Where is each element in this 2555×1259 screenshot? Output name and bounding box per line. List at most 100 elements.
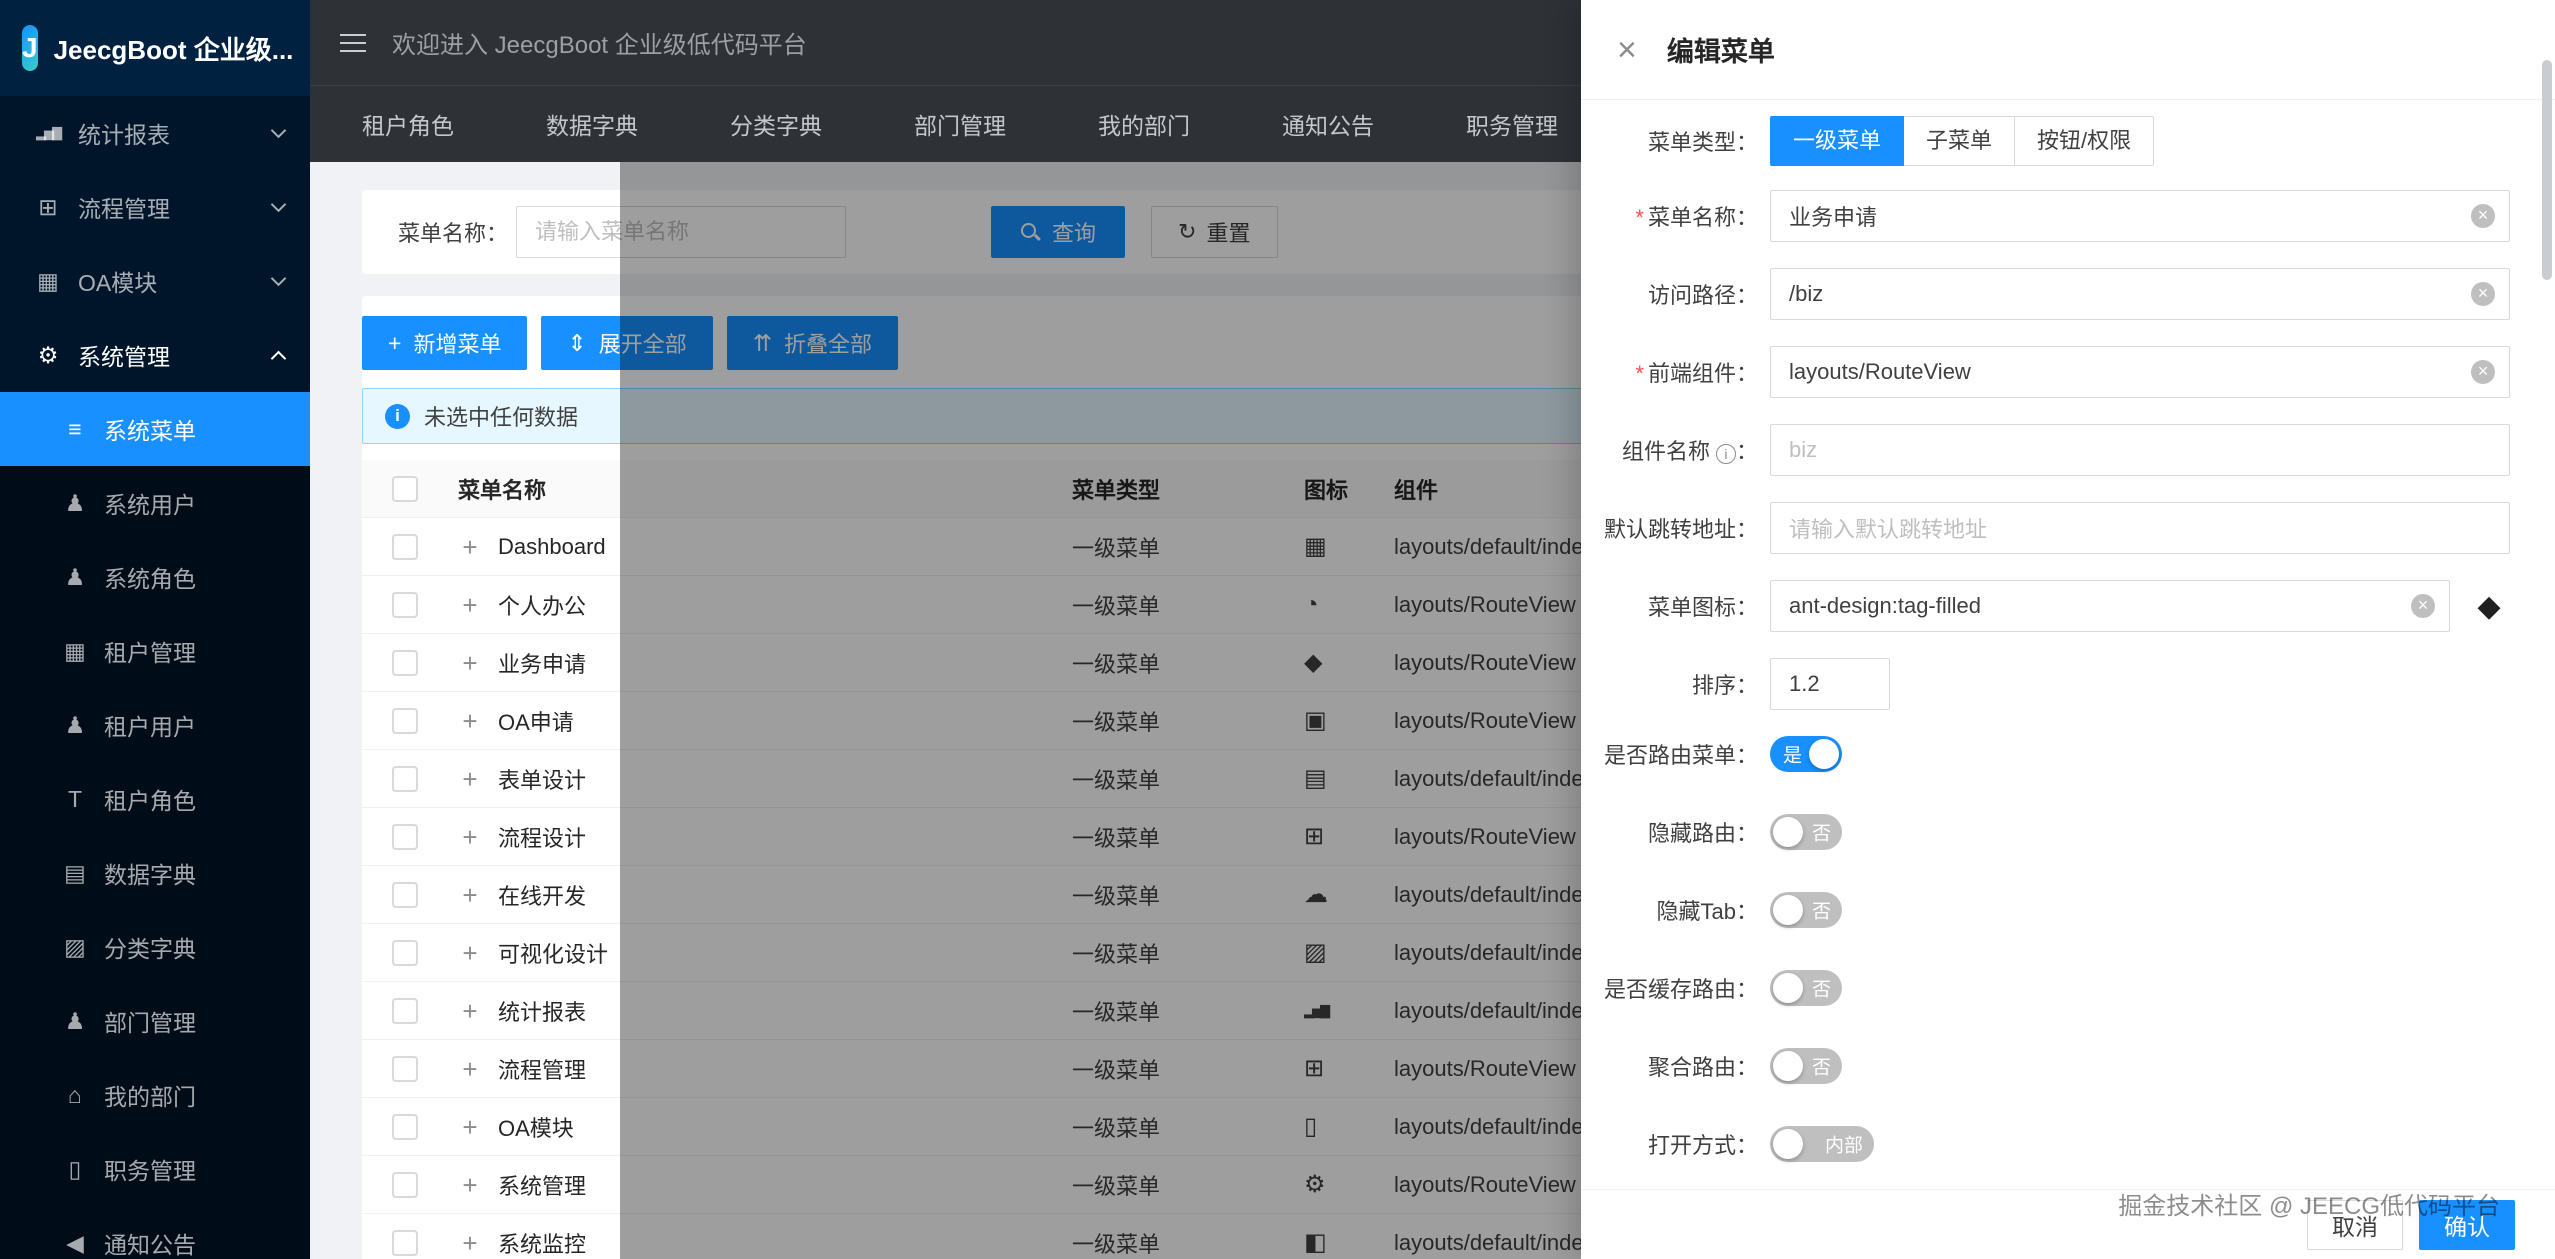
sidebar-item[interactable]: ⊞ 流程管理 [0,170,310,244]
expand-row-icon[interactable]: + [458,940,482,966]
app-window: J JeecgBoot 企业级... ▂▅▇ 统计报表 ⊞ 流程管理 ▦ OA模… [0,0,2555,1259]
expand-row-icon[interactable]: + [458,766,482,792]
text-input[interactable]: ant-design:tag-filled [1770,580,2450,632]
form-field: 排序 1.2 [1593,658,2510,710]
page-tab[interactable]: 数据字典 [546,107,638,141]
toggle-switch[interactable]: 否 [1770,970,1842,1006]
sidebar-subitem[interactable]: ♟ 系统用户 [0,466,310,540]
page-tab[interactable]: 通知公告 [1282,107,1374,141]
chevron-down-icon [271,270,287,286]
app-logo[interactable]: J JeecgBoot 企业级... [0,0,310,96]
field-label: 隐藏Tab [1593,894,1758,926]
sidebar-subitem[interactable]: ≡ 系统菜单 [0,392,310,466]
clear-icon[interactable] [2471,204,2495,228]
expand-row-icon[interactable]: + [458,998,482,1024]
select-all-checkbox[interactable] [392,476,418,502]
sidebar-subitem-label: 系统菜单 [104,412,310,446]
sidebar-subitem[interactable]: ⌂ 我的部门 [0,1058,310,1132]
toggle-switch[interactable]: 否 [1770,1048,1842,1084]
switch-knob [1773,973,1803,1003]
sidebar-subitem[interactable]: ♟ 部门管理 [0,984,310,1058]
close-icon[interactable]: × [1617,33,1637,67]
menu-name-cell: 流程设计 [498,821,586,853]
expand-row-icon[interactable]: + [458,708,482,734]
menu-type-option[interactable]: 按钮/权限 [2014,116,2154,166]
sidebar-subitem[interactable]: ▤ 数据字典 [0,836,310,910]
toggle-switch[interactable]: 否 [1770,814,1842,850]
page-tab[interactable]: 职务管理 [1466,107,1558,141]
switch-knob [1773,1129,1803,1159]
row-checkbox[interactable] [392,824,418,850]
expand-row-icon[interactable]: + [458,882,482,908]
row-checkbox[interactable] [392,1230,418,1256]
page-tab[interactable]: 我的部门 [1098,107,1190,141]
clear-icon[interactable] [2411,594,2435,618]
expand-row-icon[interactable]: + [458,650,482,676]
sidebar-subitem[interactable]: T 租户角色 [0,762,310,836]
sidebar-subitem[interactable]: ▯ 职务管理 [0,1132,310,1206]
expand-row-icon[interactable]: + [458,1056,482,1082]
form-switch-row: 隐藏Tab 否 [1593,892,2510,928]
row-checkbox[interactable] [392,1172,418,1198]
text-input[interactable]: 业务申请 [1770,190,2510,242]
row-checkbox[interactable] [392,534,418,560]
sidebar-item-label: 系统管理 [78,338,273,372]
text-input[interactable]: 1.2 [1770,658,1890,710]
sidebar-item-label: OA模块 [78,264,273,298]
row-checkbox[interactable] [392,882,418,908]
expand-row-icon[interactable]: + [458,1172,482,1198]
row-checkbox[interactable] [392,940,418,966]
clear-icon[interactable] [2471,360,2495,384]
expand-row-icon[interactable]: + [458,1114,482,1140]
cancel-button[interactable]: 取消 [2307,1200,2403,1250]
app-title: JeecgBoot 企业级... [54,30,294,67]
row-checkbox[interactable] [392,766,418,792]
sidebar-menu: ▂▅▇ 统计报表 ⊞ 流程管理 ▦ OA模块 ⚙ 系统管理 [0,96,310,392]
menu-type-option[interactable]: 一级菜单 [1770,116,1904,166]
row-checkbox[interactable] [392,1114,418,1140]
confirm-button[interactable]: 确认 [2419,1200,2515,1250]
sidebar-item[interactable]: ▦ OA模块 [0,244,310,318]
expand-row-icon[interactable]: + [458,824,482,850]
sidebar-submenu: ≡ 系统菜单 ♟ 系统用户 ♟ 系统角色 ▦ 租户管理 ♟ 租户用户 T 租户角… [0,392,310,1259]
expand-row-icon[interactable]: + [458,1230,482,1256]
text-input[interactable]: /biz [1770,268,2510,320]
scrollbar[interactable] [2542,60,2552,280]
row-checkbox[interactable] [392,998,418,1024]
menu-fold-icon[interactable] [340,33,366,53]
add-menu-button[interactable]: + 新增菜单 [362,316,527,370]
sidebar-subitem[interactable]: ♟ 租户用户 [0,688,310,762]
page-tab[interactable]: 分类字典 [730,107,822,141]
page-tab[interactable]: 部门管理 [914,107,1006,141]
switch-knob [1809,739,1839,769]
row-checkbox[interactable] [392,650,418,676]
row-checkbox[interactable] [392,1056,418,1082]
appstore-icon: ▦ [30,268,66,295]
sidebar-subitem[interactable]: ▦ 租户管理 [0,614,310,688]
info-icon [385,404,410,429]
text-input[interactable]: layouts/RouteView [1770,346,2510,398]
sidebar-subitem[interactable]: ♟ 系统角色 [0,540,310,614]
form-field: *前端组件 layouts/RouteView [1593,346,2510,398]
sidebar-item[interactable]: ⚙ 系统管理 [0,318,310,392]
menu-type-option[interactable]: 子菜单 [1903,116,2015,166]
expand-row-icon[interactable]: + [458,534,482,560]
clear-icon[interactable] [2471,282,2495,306]
row-checkbox[interactable] [392,592,418,618]
search-label: 菜单名称 [398,216,508,248]
toggle-switch[interactable]: 是 [1770,736,1842,772]
text-input[interactable]: biz [1770,424,2510,476]
row-checkbox[interactable] [392,708,418,734]
text-input[interactable]: 请输入默认跳转地址 [1770,502,2510,554]
expand-row-icon[interactable]: + [458,592,482,618]
sidebar-item[interactable]: ▂▅▇ 统计报表 [0,96,310,170]
toggle-switch[interactable]: 内部 [1770,1126,1874,1162]
menu-type-group: 一级菜单子菜单按钮/权限 [1770,116,2510,166]
sidebar-subitem[interactable]: ▨ 分类字典 [0,910,310,984]
sidebar: J JeecgBoot 企业级... ▂▅▇ 统计报表 ⊞ 流程管理 ▦ OA模… [0,0,310,1259]
sidebar-subitem[interactable]: ◀ 通知公告 [0,1206,310,1259]
icon-picker-button[interactable]: ◆ [2468,589,2510,624]
field-label: 聚合路由 [1593,1050,1758,1082]
page-tab[interactable]: 租户角色 [362,107,454,141]
toggle-switch[interactable]: 否 [1770,892,1842,928]
